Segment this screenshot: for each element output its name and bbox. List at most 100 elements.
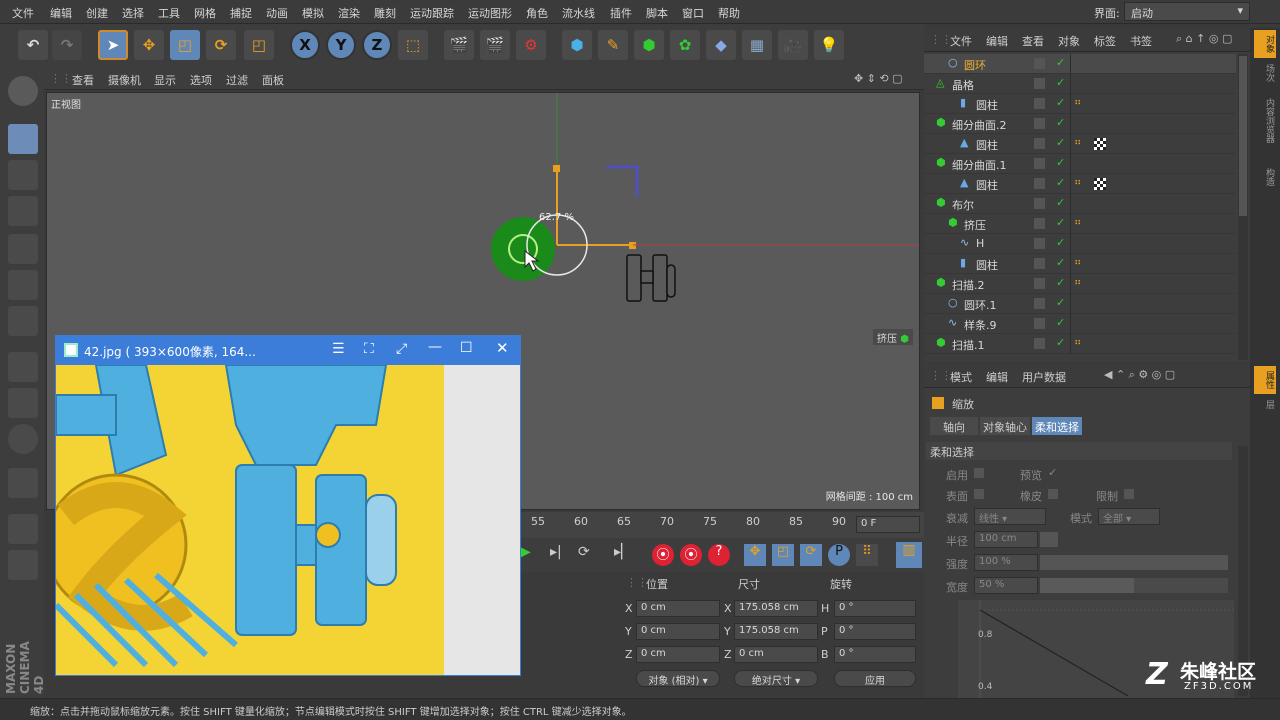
enable-checkbox[interactable] xyxy=(974,468,984,478)
object-row[interactable]: ⬢ 细分曲面.2 ✓ xyxy=(924,114,1236,134)
tab-object-axis[interactable]: 对象轴心 xyxy=(980,417,1030,435)
menu-select[interactable]: 选择 xyxy=(122,5,144,21)
tab-objects[interactable]: 对象 xyxy=(1254,30,1276,58)
image-viewer-window[interactable]: 42.jpg ( 393×600像素, 164... ☰ ⛶ ⤢ — ☐ ✕ xyxy=(55,335,521,676)
om-search-icon[interactable]: ⌕ ⌂ ↑ ◎ ▢ xyxy=(1176,32,1232,46)
layer-color-icon[interactable] xyxy=(1034,278,1045,289)
tab-takes[interactable]: 场次 xyxy=(1254,64,1276,92)
image-viewer-titlebar[interactable]: 42.jpg ( 393×600像素, 164... ☰ ⛶ ⤢ — ☐ ✕ xyxy=(56,336,520,365)
om-menu-view[interactable]: 查看 xyxy=(1022,33,1044,49)
object-name[interactable]: 细分曲面.1 xyxy=(952,157,1007,173)
object-name[interactable]: 圆环.1 xyxy=(964,297,997,313)
vp-menu-filter[interactable]: 过滤 xyxy=(226,72,248,88)
layer-color-icon[interactable] xyxy=(1034,318,1045,329)
tab-axis[interactable]: 轴向 xyxy=(930,417,978,435)
layer-color-icon[interactable] xyxy=(1034,178,1045,189)
z-axis-button[interactable]: Z xyxy=(362,30,392,60)
subdivision-icon[interactable]: ⬢ xyxy=(634,30,664,60)
vp-menu-camera[interactable]: 摄像机 xyxy=(108,72,141,88)
texture-mode-icon[interactable] xyxy=(8,160,38,190)
object-name[interactable]: 晶格 xyxy=(952,77,974,93)
camera-icon[interactable]: 🎥 xyxy=(778,30,808,60)
render-picture-viewer-icon[interactable]: 🎬 xyxy=(480,30,510,60)
object-name[interactable]: 圆柱 xyxy=(976,177,998,193)
menu-character[interactable]: 角色 xyxy=(526,5,548,21)
recent-tool-icon[interactable]: ◰ xyxy=(244,30,274,60)
size-y-field[interactable]: 175.058 cm xyxy=(734,623,818,640)
record-icon[interactable]: ⦿ xyxy=(652,544,674,566)
vp-menu-panel[interactable]: 面板 xyxy=(262,72,284,88)
layer-color-icon[interactable] xyxy=(1034,158,1045,169)
rot-h-field[interactable]: 0 ° xyxy=(834,600,916,617)
width-slider[interactable] xyxy=(1040,578,1228,593)
om-scrollbar[interactable] xyxy=(1238,54,1248,360)
tab-soft-selection[interactable]: 柔和选择 xyxy=(1032,417,1082,435)
light-icon[interactable]: 💡 xyxy=(814,30,844,60)
enabled-check-icon[interactable]: ✓ xyxy=(1056,176,1065,189)
workplane-icon[interactable] xyxy=(8,196,38,226)
grid-icon[interactable] xyxy=(8,550,38,580)
enabled-check-icon[interactable]: ✓ xyxy=(1056,76,1065,89)
pos-x-field[interactable]: 0 cm xyxy=(636,600,720,617)
limit-checkbox[interactable] xyxy=(1124,489,1134,499)
render-view-icon[interactable]: 🎬 xyxy=(444,30,474,60)
object-row[interactable]: ▮ 圆柱 ✓ ⠶ xyxy=(924,94,1236,114)
magnet-icon[interactable] xyxy=(8,468,38,498)
size-z-field[interactable]: 0 cm xyxy=(734,646,818,663)
menu-icon[interactable]: ☰ xyxy=(332,341,345,357)
scene-icon[interactable] xyxy=(8,76,38,106)
fullscreen-icon[interactable]: ⤢ xyxy=(396,341,407,357)
object-name[interactable]: 样条.9 xyxy=(964,317,997,333)
enabled-check-icon[interactable]: ✓ xyxy=(1056,296,1065,309)
minimize-icon[interactable]: — xyxy=(428,339,442,355)
size-mode-select[interactable]: 绝对尺寸 ▾ xyxy=(734,670,818,687)
play-icon[interactable]: ▶ xyxy=(520,544,542,566)
pin-icon[interactable]: ⛶ xyxy=(364,341,374,357)
menu-simulate[interactable]: 模拟 xyxy=(302,5,324,21)
coordinate-system-icon[interactable]: ⬚ xyxy=(398,30,428,60)
layout-select[interactable]: 启动 ▾ xyxy=(1124,2,1250,21)
enabled-check-icon[interactable]: ✓ xyxy=(1056,96,1065,109)
edges-mode-icon[interactable] xyxy=(8,270,38,300)
key-move-icon[interactable]: ✥ xyxy=(744,544,766,566)
rubber-checkbox[interactable] xyxy=(1048,489,1058,499)
surface-checkbox[interactable] xyxy=(974,489,984,499)
object-row[interactable]: ⬢ 布尔 ✓ xyxy=(924,194,1236,214)
menu-sculpt[interactable]: 雕刻 xyxy=(374,5,396,21)
mode-select[interactable]: 全部 ▾ xyxy=(1098,508,1160,525)
move-tool-icon[interactable]: ✥ xyxy=(134,30,164,60)
enabled-check-icon[interactable]: ✓ xyxy=(1056,256,1065,269)
vp-menu-display[interactable]: 显示 xyxy=(154,72,176,88)
frame-field[interactable]: 0 F xyxy=(856,516,920,533)
menu-animate[interactable]: 动画 xyxy=(266,5,288,21)
enabled-check-icon[interactable]: ✓ xyxy=(1056,236,1065,249)
menu-pipeline[interactable]: 流水线 xyxy=(562,5,595,21)
layer-color-icon[interactable] xyxy=(1034,118,1045,129)
layer-color-icon[interactable] xyxy=(1034,218,1045,229)
enabled-check-icon[interactable]: ✓ xyxy=(1056,316,1065,329)
goto-end-icon[interactable]: ▸▏ xyxy=(614,544,636,566)
y-axis-button[interactable]: Y xyxy=(326,30,356,60)
menu-edit[interactable]: 编辑 xyxy=(50,5,72,21)
menu-motion-tracking[interactable]: 运动跟踪 xyxy=(410,5,454,21)
tag-icon[interactable]: ⠶ xyxy=(1074,137,1081,148)
radius-slider[interactable] xyxy=(1040,532,1058,547)
rotate-tool-icon[interactable]: ⟳ xyxy=(206,30,236,60)
om-menu-tags[interactable]: 标签 xyxy=(1094,33,1116,49)
om-scroll-thumb[interactable] xyxy=(1239,56,1247,216)
coord-mode-select[interactable]: 对象 (相对) ▾ xyxy=(636,670,720,687)
object-row[interactable]: ○ 圆环.1 ✓ xyxy=(924,294,1236,314)
tweak-mode-icon[interactable] xyxy=(8,388,38,418)
menu-script[interactable]: 脚本 xyxy=(646,5,668,21)
deformer-icon[interactable]: ◆ xyxy=(706,30,736,60)
menu-snap[interactable]: 捕捉 xyxy=(230,5,252,21)
layer-color-icon[interactable] xyxy=(1034,138,1045,149)
floor-icon[interactable]: ▦ xyxy=(742,30,772,60)
loop-icon[interactable]: ⟳ xyxy=(578,544,600,566)
strength-field[interactable]: 100 % xyxy=(974,554,1038,571)
object-row[interactable]: ○ 圆环 ✓ xyxy=(924,54,1236,74)
enabled-check-icon[interactable]: ✓ xyxy=(1056,216,1065,229)
object-row[interactable]: ⬢ 挤压 ✓ ⠶ xyxy=(924,214,1236,234)
close-icon[interactable]: ✕ xyxy=(496,339,509,357)
object-name[interactable]: 扫描.1 xyxy=(952,337,985,353)
